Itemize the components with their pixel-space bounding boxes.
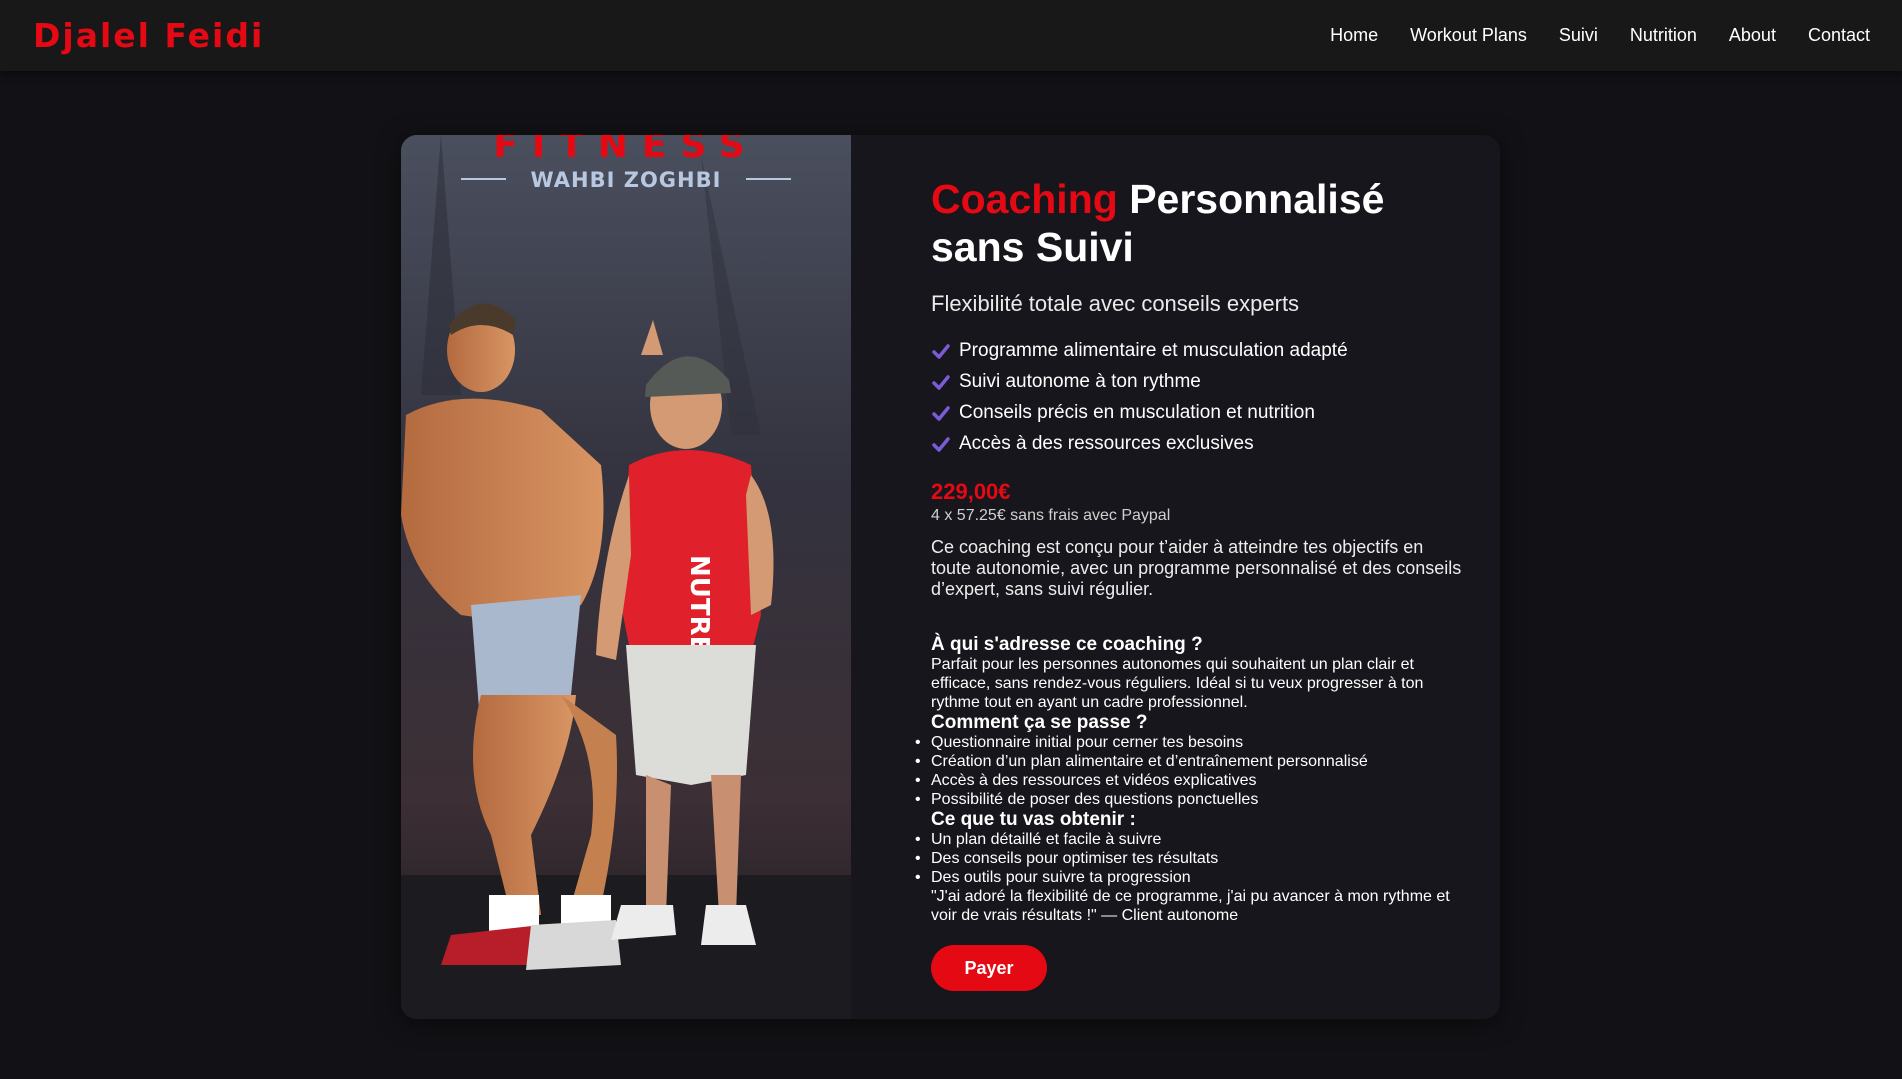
nav-workout-plans[interactable]: Workout Plans — [1410, 25, 1527, 46]
check-icon — [932, 374, 950, 390]
testimonial: "J'ai adoré la flexibilité de ce program… — [931, 888, 1450, 924]
list-item: Possibilité de poser des questions ponct… — [915, 790, 1462, 809]
list-item: Questionnaire initial pour cerner tes be… — [915, 733, 1462, 752]
feature-label: Programme alimentaire et musculation ada… — [959, 339, 1348, 361]
offer-content: Coaching Personnalisé sans Suivi Flexibi… — [851, 135, 1500, 1019]
list-item: Des conseils pour optimiser tes résultat… — [915, 849, 1462, 868]
list-item: Accès à des ressources et vidéos explica… — [915, 771, 1462, 790]
banner-subtext: WAHBI ZOGHBI — [531, 168, 722, 192]
nav-about[interactable]: About — [1729, 25, 1776, 46]
check-icon — [932, 343, 950, 359]
process-list: Questionnaire initial pour cerner tes be… — [915, 733, 1462, 809]
price: 229,00€ — [931, 479, 1011, 504]
list-item: Un plan détaillé et facile à suivre — [915, 830, 1462, 849]
section-process-heading: Comment ça se passe ? — [931, 712, 1148, 733]
pay-button[interactable]: Payer — [931, 945, 1047, 991]
list-item: Création d’un plan alimentaire et d’entr… — [915, 752, 1462, 771]
section-target-text: Parfait pour les personnes autonomes qui… — [931, 656, 1424, 711]
main-nav: Home Workout Plans Suivi Nutrition About… — [1330, 25, 1870, 46]
feature-label: Conseils précis en musculation et nutrit… — [959, 401, 1315, 423]
feature-item: Conseils précis en musculation et nutrit… — [931, 397, 1462, 428]
section-target-heading: À qui s'adresse ce coaching ? — [931, 634, 1203, 655]
installment-info: 4 x 57.25€ sans frais avec Paypal — [931, 507, 1171, 524]
nav-contact[interactable]: Contact — [1808, 25, 1870, 46]
nav-home[interactable]: Home — [1330, 25, 1378, 46]
section-benefits-heading: Ce que tu vas obtenir : — [931, 809, 1136, 830]
check-icon — [932, 436, 950, 452]
nav-nutrition[interactable]: Nutrition — [1630, 25, 1697, 46]
feature-label: Suivi autonome à ton rythme — [959, 370, 1201, 392]
site-logo[interactable]: Djalel Feidi — [33, 16, 264, 55]
offer-title: Coaching Personnalisé sans Suivi — [931, 175, 1462, 271]
feature-item: Accès à des ressources exclusives — [931, 428, 1462, 459]
offer-card: FITNESS WAHBI ZOGHBI NUTREX Coaching Per… — [401, 135, 1500, 1019]
offer-subtitle: Flexibilité totale avec conseils experts — [931, 291, 1300, 316]
offer-description: Ce coaching est conçu pour t’aider à att… — [931, 537, 1462, 599]
top-navbar: Djalel Feidi Home Workout Plans Suivi Nu… — [0, 0, 1902, 71]
benefits-list: Un plan détaillé et facile à suivre Des … — [915, 830, 1462, 887]
feature-list: Programme alimentaire et musculation ada… — [931, 335, 1462, 459]
coach-photo: FITNESS WAHBI ZOGHBI NUTREX — [401, 135, 851, 1019]
feature-item: Programme alimentaire et musculation ada… — [931, 335, 1462, 366]
banner-text: FITNESS — [493, 135, 759, 166]
offer-title-highlight: Coaching — [931, 176, 1118, 222]
feature-item: Suivi autonome à ton rythme — [931, 366, 1462, 397]
list-item: Des outils pour suivre ta progression — [915, 868, 1462, 887]
feature-label: Accès à des ressources exclusives — [959, 432, 1254, 454]
nav-suivi[interactable]: Suivi — [1559, 25, 1598, 46]
coach-photo-illustration: FITNESS WAHBI ZOGHBI NUTREX — [401, 135, 851, 1019]
check-icon — [932, 405, 950, 421]
